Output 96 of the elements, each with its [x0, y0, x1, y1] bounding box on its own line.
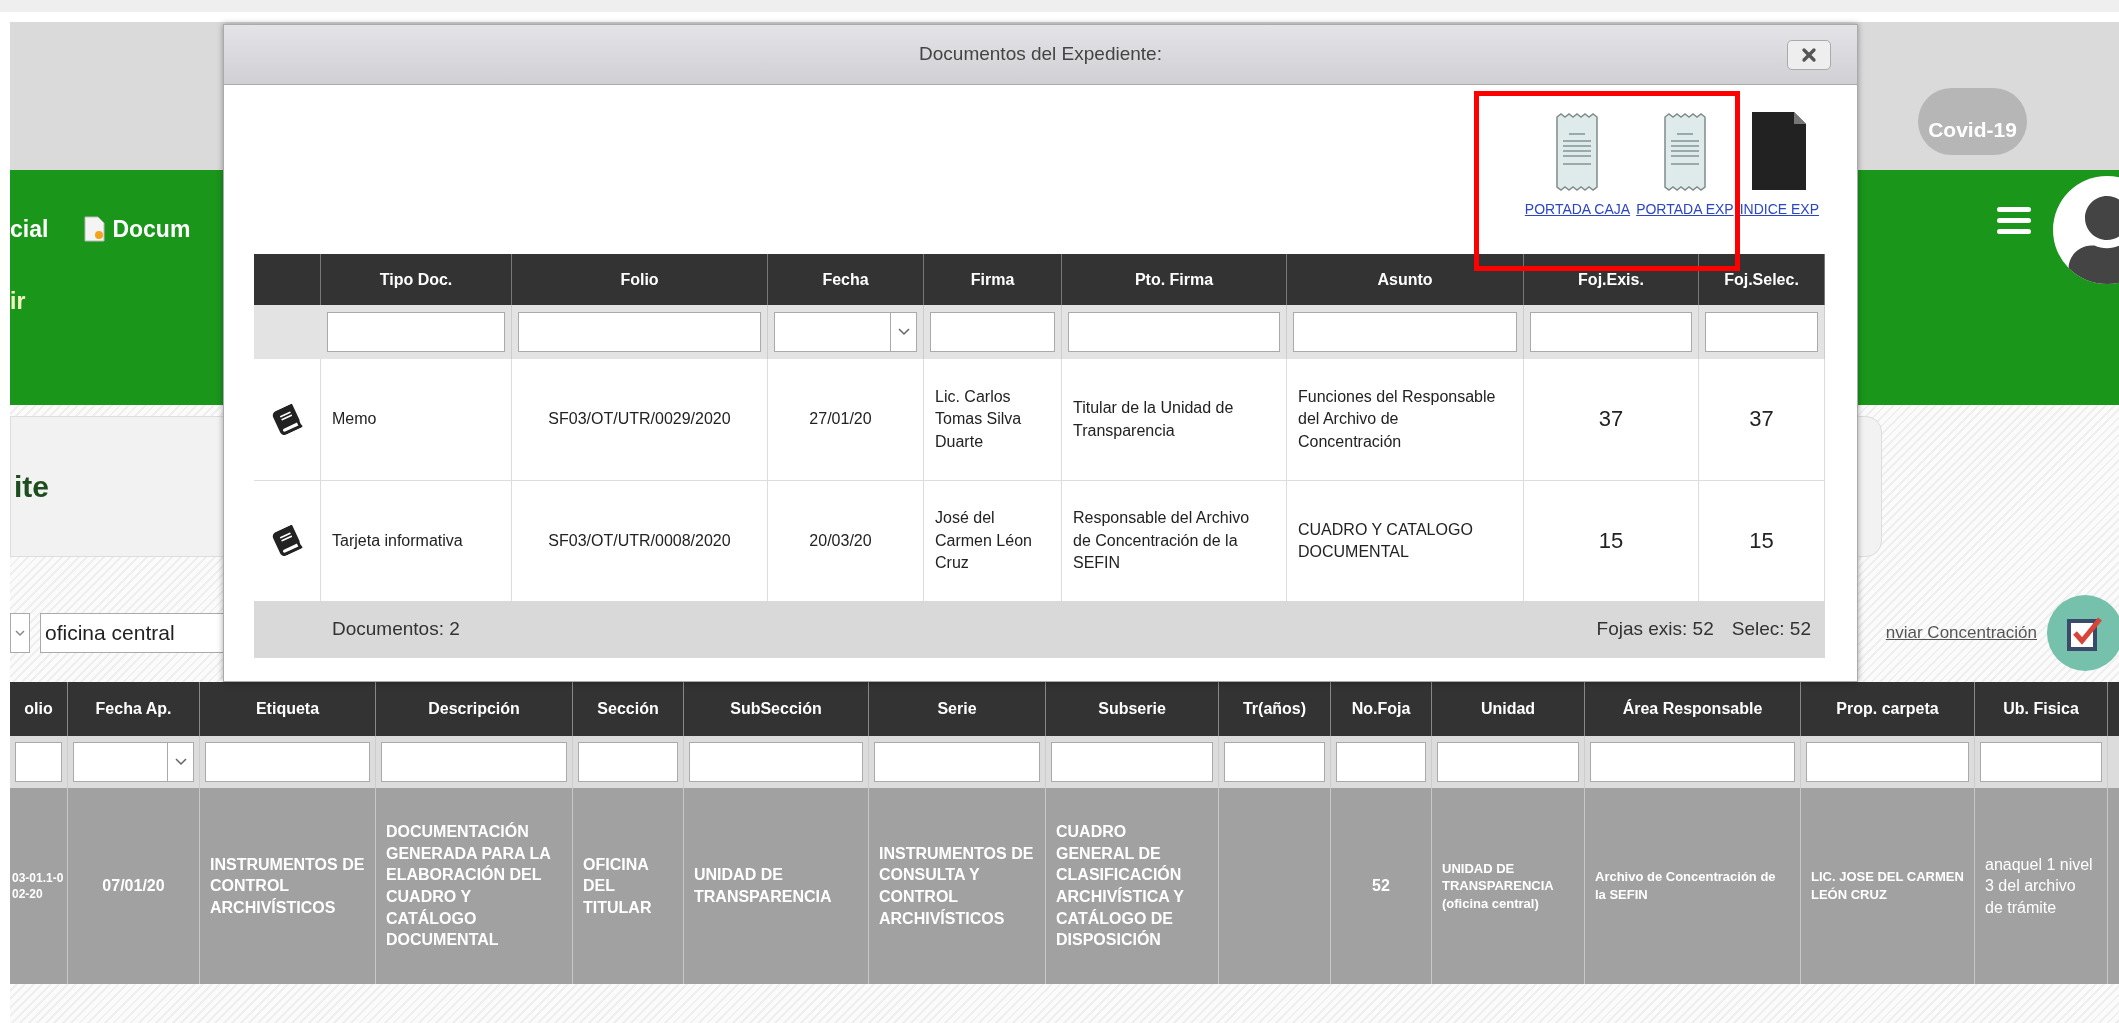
- table-cell-text: OFICINA DEL TITULAR: [583, 854, 653, 918]
- table-cell-text: Responsable del Archivo de Concentración de la SEFIN: [1073, 508, 1251, 574]
- filter-field[interactable]: [1530, 312, 1692, 352]
- column-header[interactable]: Asunto: [1287, 254, 1524, 305]
- filter-select[interactable]: [774, 312, 917, 352]
- filter-field[interactable]: [689, 742, 863, 782]
- table-cell: LIC. JOSE DEL CARMEN LEÓN CRUZ: [1811, 868, 1964, 904]
- report-link[interactable]: INDICE EXP: [1739, 199, 1819, 220]
- table-cell-text: INSTRUMENTOS DE CONTROL ARCHIVÍSTICOS: [210, 854, 365, 918]
- table-cell-text: 03-01.1-002-20: [12, 869, 65, 903]
- column-header[interactable]: Unidad: [1432, 682, 1585, 736]
- column-header[interactable]: SubSección: [684, 682, 869, 736]
- column-header[interactable]: olio: [10, 682, 68, 736]
- table-cell-text: Titular de la Unidad de Transparencia: [1073, 398, 1235, 441]
- close-button[interactable]: [1787, 39, 1831, 70]
- filter-field[interactable]: [930, 312, 1055, 352]
- table-cell-text: Funciones del Responsable del Archivo de Concentración: [1298, 386, 1497, 452]
- send-link[interactable]: nviar Concentración: [1885, 620, 2037, 646]
- report-link[interactable]: PORTADA EXP: [1636, 199, 1734, 220]
- chevron-down-icon: [897, 328, 910, 336]
- receipt-icon: [1662, 113, 1707, 191]
- menu-icon[interactable]: [1997, 206, 2031, 236]
- column-header[interactable]: Folio: [512, 254, 768, 305]
- table-cell-text: UNIDAD DE TRANSPARENCIA (oficina central): [1442, 859, 1555, 913]
- table-cell-text: SF03/OT/UTR/0029/2020: [548, 409, 731, 430]
- chevron-down-icon: [174, 758, 187, 766]
- table-cell-text: Tarjeta informativa: [332, 530, 463, 551]
- table-cell-text: CUADRO GENERAL DE CLASIFICACIÓN ARCHIVÍSTICA Y CATÁLOGO DE DISPOSICIÓN: [1056, 822, 1185, 951]
- approve-button[interactable]: [2047, 595, 2119, 671]
- filter-field[interactable]: [874, 742, 1040, 782]
- table-cell-text: CUADRO Y CATALOGO DOCUMENTAL: [1298, 519, 1474, 562]
- table-cell-text: INSTRUMENTOS DE CONSULTA Y CONTROL ARCHIVÍSTICOS: [879, 843, 1035, 929]
- column-header[interactable]: Firma: [924, 254, 1062, 305]
- filter-select[interactable]: [73, 742, 194, 782]
- chevron-down-icon: [15, 629, 25, 637]
- table-cell-text: UNIDAD DE TRANSPARENCIA: [694, 865, 833, 907]
- column-header[interactable]: Sección: [573, 682, 684, 736]
- table-cell-text: 52: [1372, 876, 1390, 897]
- new-document-icon: [84, 216, 107, 242]
- filter-field[interactable]: [327, 312, 505, 352]
- filter-field[interactable]: [1590, 742, 1795, 782]
- table-cell-text: Memo: [332, 409, 377, 430]
- table-cell-text: DOCUMENTACIÓN GENERADA PARA LA ELABORACIÓN DEL CUADRO Y CATÁLOGO DOCUMENTAL: [386, 821, 552, 951]
- dialog-title: Documentos del Expediente:: [919, 42, 1162, 67]
- column-header[interactable]: Etiqueta: [200, 682, 376, 736]
- receipt-icon: [1555, 113, 1600, 191]
- selected-pages-total: Selec: 52: [1731, 617, 1811, 642]
- table-cell-text: 37: [1598, 405, 1624, 434]
- column-header[interactable]: Foj.Selec.: [1699, 254, 1825, 305]
- column-header[interactable]: Descripción: [376, 682, 573, 736]
- column-header[interactable]: Tr(años): [1219, 682, 1331, 736]
- filter-field[interactable]: [1806, 742, 1969, 782]
- filter-field[interactable]: [381, 742, 567, 782]
- table-cell-text: 15: [1598, 526, 1624, 555]
- document-count: Documentos: 2: [332, 617, 460, 642]
- filter-field[interactable]: [205, 742, 370, 782]
- existing-pages-total: Fojas exis: 52: [1596, 617, 1714, 642]
- column-header[interactable]: Fecha: [768, 254, 924, 305]
- table-cell-text: 37: [1749, 405, 1774, 434]
- column-header[interactable]: Prop. carpeta: [1801, 682, 1975, 736]
- filter-field[interactable]: [518, 312, 761, 352]
- table-cell-text: SF03/OT/UTR/0008/2020: [548, 530, 731, 551]
- table-cell-text: Archivo de Concentración de la SEFIN: [1595, 868, 1777, 904]
- table-cell-text: Lic. Carlos Tomas Silva Duarte: [935, 386, 1023, 452]
- filter-field[interactable]: [1224, 742, 1325, 782]
- document-icon: [1751, 111, 1808, 191]
- column-header[interactable]: Subserie: [1046, 682, 1219, 736]
- select-field[interactable]: [10, 613, 30, 653]
- column-header: [254, 254, 321, 305]
- column-header[interactable]: Pto. Firma: [1062, 254, 1287, 305]
- column-header[interactable]: Fecha Ap.: [68, 682, 200, 736]
- column-header[interactable]: Serie: [869, 682, 1046, 736]
- nav-link[interactable]: cial: [10, 211, 49, 247]
- table-cell-text: 27/01/20: [809, 409, 872, 430]
- nav-link[interactable]: Docum: [84, 211, 191, 247]
- report-link[interactable]: PORTADA CAJA: [1524, 199, 1631, 220]
- filter-field[interactable]: [1068, 312, 1280, 352]
- filter-field[interactable]: [578, 742, 678, 782]
- column-header[interactable]: Área Responsable: [1585, 682, 1801, 736]
- filter-field[interactable]: [1293, 312, 1517, 352]
- table-cell-text: 07/01/20: [102, 876, 165, 897]
- filter-field[interactable]: [1437, 742, 1579, 782]
- column-header: [2108, 682, 2119, 736]
- filter-field[interactable]: [15, 742, 62, 782]
- filter-field[interactable]: [1051, 742, 1213, 782]
- table-cell-text: anaquel 1 nivel 3 del archivo de trámite: [1985, 854, 2094, 918]
- page-title: ite: [14, 469, 49, 505]
- table-cell-text: 15: [1749, 526, 1774, 555]
- column-header[interactable]: No.Foja: [1331, 682, 1432, 736]
- filter-field[interactable]: [1980, 742, 2102, 782]
- filter-field[interactable]: [1336, 742, 1426, 782]
- table-cell-text: 20/03/20: [809, 530, 872, 551]
- table-cell-text: José del Carmen Léon Cruz: [935, 508, 1033, 574]
- column-header[interactable]: Tipo Doc.: [321, 254, 512, 305]
- filter-field[interactable]: [1705, 312, 1818, 352]
- column-header[interactable]: Ub. Fisica: [1975, 682, 2108, 736]
